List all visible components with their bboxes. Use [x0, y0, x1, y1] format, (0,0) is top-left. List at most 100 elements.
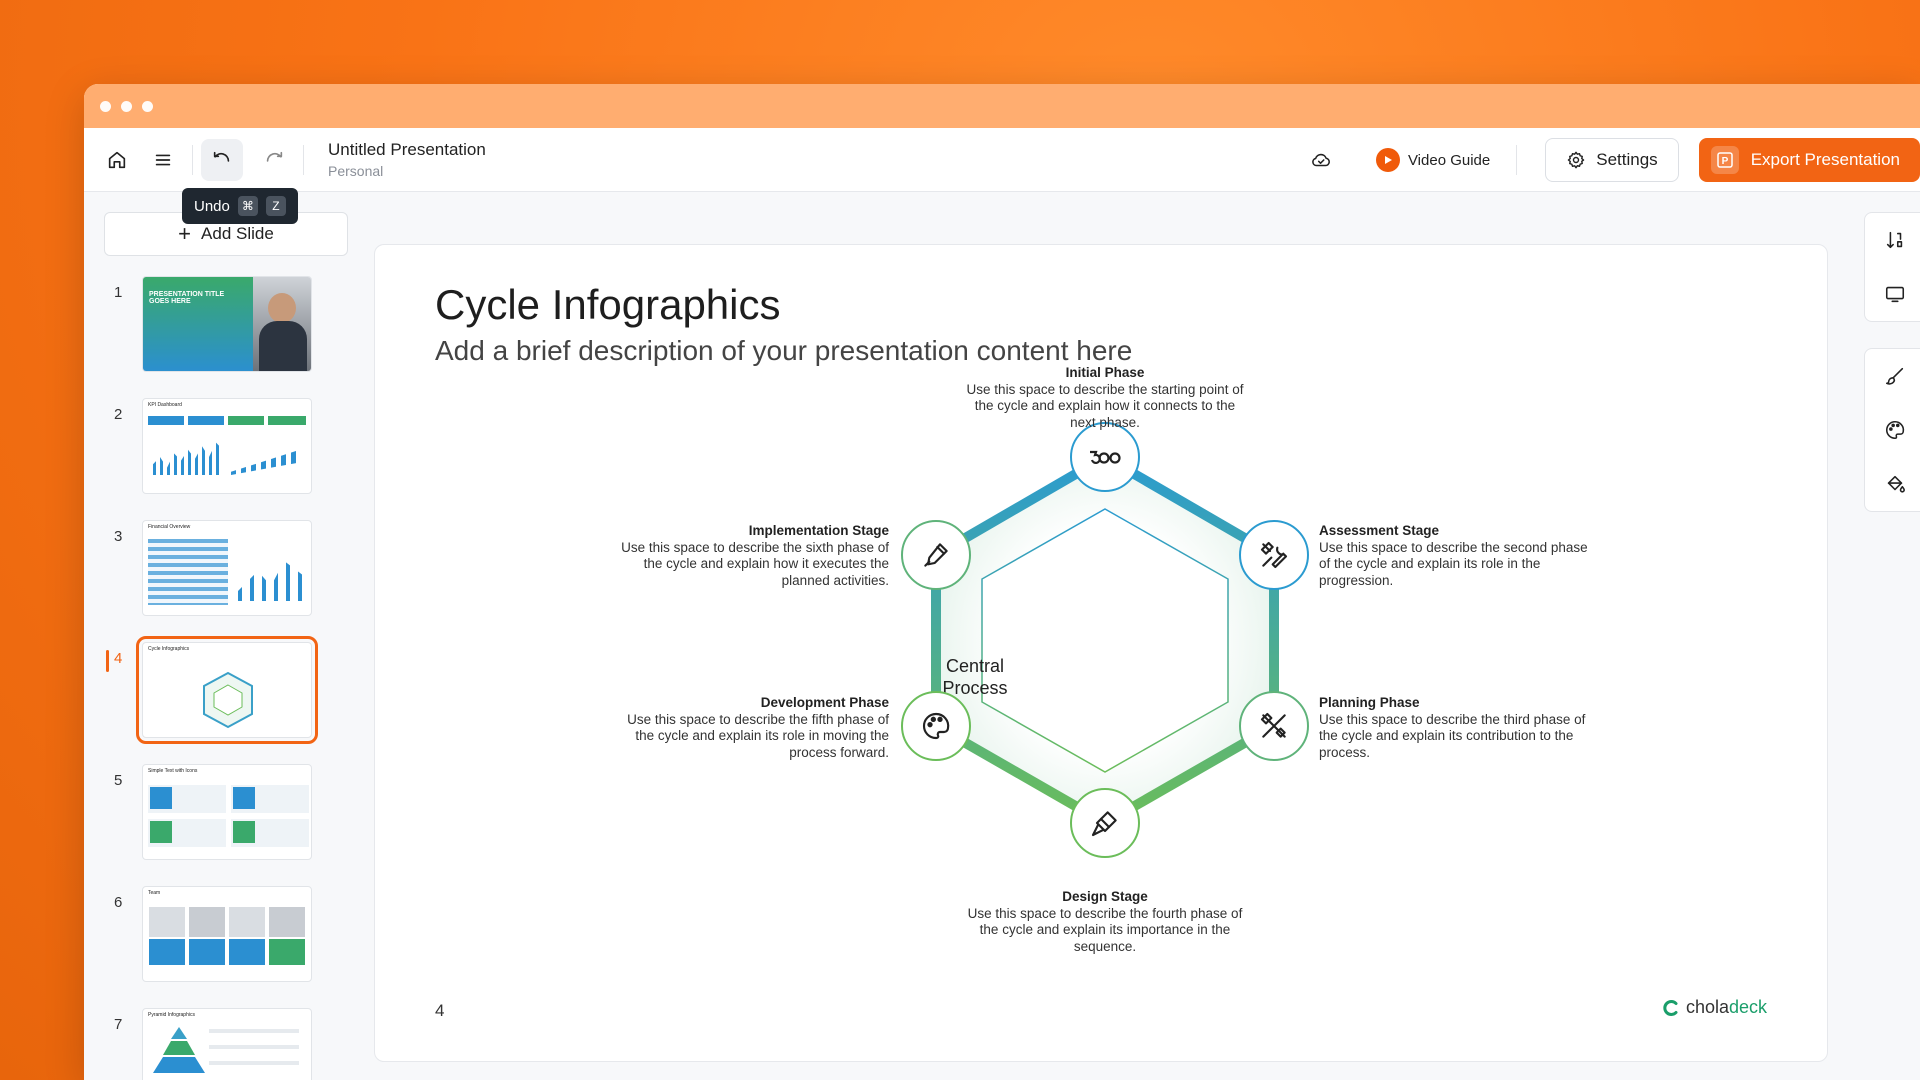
development-phase-node[interactable] [901, 691, 971, 761]
phase-desc: the cycle and explain how it executes th… [643, 556, 889, 571]
thumb-title: PRESENTATION TITLE GOES HERE [149, 291, 225, 305]
slide-thumbnail[interactable]: Simple Text with Icons [142, 764, 312, 860]
window-dot[interactable] [121, 100, 132, 112]
powerpoint-icon: P [1710, 146, 1739, 174]
phase-desc: the cycle and explain how it connects to… [974, 398, 1236, 413]
brand-part: chola [1685, 997, 1729, 1017]
active-slide-indicator [106, 650, 109, 672]
undo-tooltip: Undo ⌘ Z [182, 188, 298, 224]
window-dot[interactable] [142, 100, 153, 112]
phase-desc: Use this space to describe the second ph… [1319, 539, 1588, 555]
slide-thumbnail[interactable]: Financial Overview [142, 520, 312, 616]
slide-thumbnail-item[interactable]: 2 KPI Dashboard [84, 398, 354, 498]
document-title-block[interactable]: Untitled Presentation Personal [328, 140, 486, 179]
sort-slides-button[interactable] [1865, 213, 1920, 267]
slide-thumbnail[interactable]: Team [142, 886, 312, 982]
home-button[interactable] [96, 139, 138, 181]
toolbar-divider [1516, 145, 1518, 175]
slide-thumbnail-item[interactable]: 3 Financial Overview [84, 520, 354, 620]
phase-title: Planning Phase [1319, 695, 1420, 710]
slide-sidebar: + Add Slide 1 PRESENTATION TITLE GOES HE… [84, 192, 354, 1080]
infinity-icon [1090, 450, 1121, 464]
settings-button[interactable]: Settings [1545, 138, 1679, 182]
present-button[interactable] [1865, 267, 1920, 321]
window-titlebar [84, 84, 1920, 128]
slide-thumbnail-item-active[interactable]: 4 Cycle Infographics [84, 636, 354, 744]
planning-phase-node[interactable] [1239, 691, 1309, 761]
phase-desc: next phase. [1070, 414, 1140, 430]
tooltip-label: Undo [194, 197, 230, 215]
workspace-label: Personal [328, 163, 384, 179]
phase-title: Design Stage [1062, 889, 1148, 904]
phase-desc: Use this space to describe the sixth pha… [621, 539, 889, 555]
slide-thumbnail[interactable]: Cycle Infographics [136, 636, 318, 744]
menu-button[interactable] [142, 139, 184, 181]
implementation-stage-text[interactable]: Implementation Stage Use this space to d… [589, 523, 889, 589]
palette-icon [1886, 420, 1905, 440]
implementation-stage-node[interactable] [901, 520, 971, 590]
window-dot[interactable] [100, 100, 111, 112]
thumb-title: Team [148, 890, 161, 896]
choladeck-logo: choladeck [1662, 997, 1767, 1018]
slide-thumbnail-item[interactable]: 1 PRESENTATION TITLE GOES HERE [84, 276, 354, 376]
slide-canvas[interactable]: Cycle Infographics Add a brief descripti… [374, 244, 1828, 1062]
initial-phase-text[interactable]: Initial Phase Use this space to describe… [955, 365, 1255, 431]
phase-title: Development Phase [760, 695, 889, 710]
document-title[interactable]: Untitled Presentation [328, 140, 486, 160]
slide-number: 2 [114, 406, 123, 423]
cloud-sync-button[interactable] [1300, 139, 1342, 181]
redo-button[interactable] [253, 139, 295, 181]
fill-tool-button[interactable] [1865, 457, 1920, 511]
toolbar-divider [303, 144, 304, 175]
slide-number: 4 [114, 650, 123, 667]
slide-number: 5 [114, 772, 123, 789]
thumb-title: Cycle Infographics [148, 646, 190, 652]
right-tool-rail [1850, 192, 1920, 1080]
slide-number: 6 [114, 894, 123, 911]
toolbar-divider [192, 144, 193, 175]
slide-thumbnail[interactable]: PRESENTATION TITLE GOES HERE [142, 276, 312, 372]
play-icon [1375, 148, 1400, 172]
phase-desc: process forward. [789, 744, 889, 760]
video-guide-button[interactable]: Video Guide [1375, 148, 1490, 172]
slide-thumbnail-item[interactable]: 7 Pyramid Infographics [84, 1008, 354, 1080]
design-stage-node[interactable] [1070, 788, 1140, 858]
center-line: Central [945, 656, 1005, 676]
export-presentation-button[interactable]: P Export Presentation [1698, 138, 1920, 182]
canvas-area: Cycle Infographics Add a brief descripti… [374, 192, 1850, 1080]
design-stage-text[interactable]: Design Stage Use this space to describe … [955, 889, 1255, 955]
assessment-stage-text[interactable]: Assessment Stage Use this space to descr… [1319, 523, 1619, 589]
undo-button[interactable] [201, 138, 243, 181]
phase-desc: of the cycle and explain its role in the [1319, 556, 1541, 571]
home-icon [108, 151, 126, 168]
export-label: Export Presentation [1750, 150, 1900, 169]
slide-page-number: 4 [435, 1001, 445, 1020]
thumb-title: Financial Overview [148, 524, 191, 530]
slide-thumbnail[interactable]: Pyramid Infographics [142, 1008, 312, 1080]
slide-number: 7 [114, 1016, 123, 1033]
phase-desc: progression. [1319, 572, 1394, 588]
toolbar-right: Video Guide Settings P Export Presentati… [1300, 128, 1920, 192]
theme-colors-button[interactable] [1865, 403, 1920, 457]
rail-group-view [1864, 212, 1920, 322]
slide-thumbnail-item[interactable]: 5 Simple Text with Icons [84, 764, 354, 864]
brush-icon [1885, 367, 1904, 385]
planning-phase-text[interactable]: Planning Phase Use this space to describ… [1319, 695, 1619, 761]
sort-icon [1886, 231, 1903, 249]
palette-icon [922, 712, 950, 740]
phase-desc: sequence. [1073, 938, 1137, 954]
slide-thumbnail-item[interactable]: 6 Team [84, 886, 354, 986]
phase-desc: Use this space to describe the starting … [966, 381, 1244, 397]
brush-tool-button[interactable] [1865, 349, 1920, 403]
development-phase-text[interactable]: Development Phase Use this space to desc… [589, 695, 889, 761]
slide-thumbnail[interactable]: KPI Dashboard [142, 398, 312, 494]
tools-icon [1260, 541, 1288, 569]
initial-phase-node[interactable] [1070, 422, 1140, 492]
assessment-stage-node[interactable] [1239, 520, 1309, 590]
add-slide-label: Add Slide [201, 224, 274, 243]
undo-icon [213, 151, 230, 162]
phase-desc: the cycle and explain its role in moving… [635, 728, 889, 743]
svg-text:P: P [1721, 156, 1728, 167]
app-window: Untitled Presentation Personal Video Gui… [84, 84, 1920, 1080]
shortcut-key: Z [265, 196, 286, 216]
